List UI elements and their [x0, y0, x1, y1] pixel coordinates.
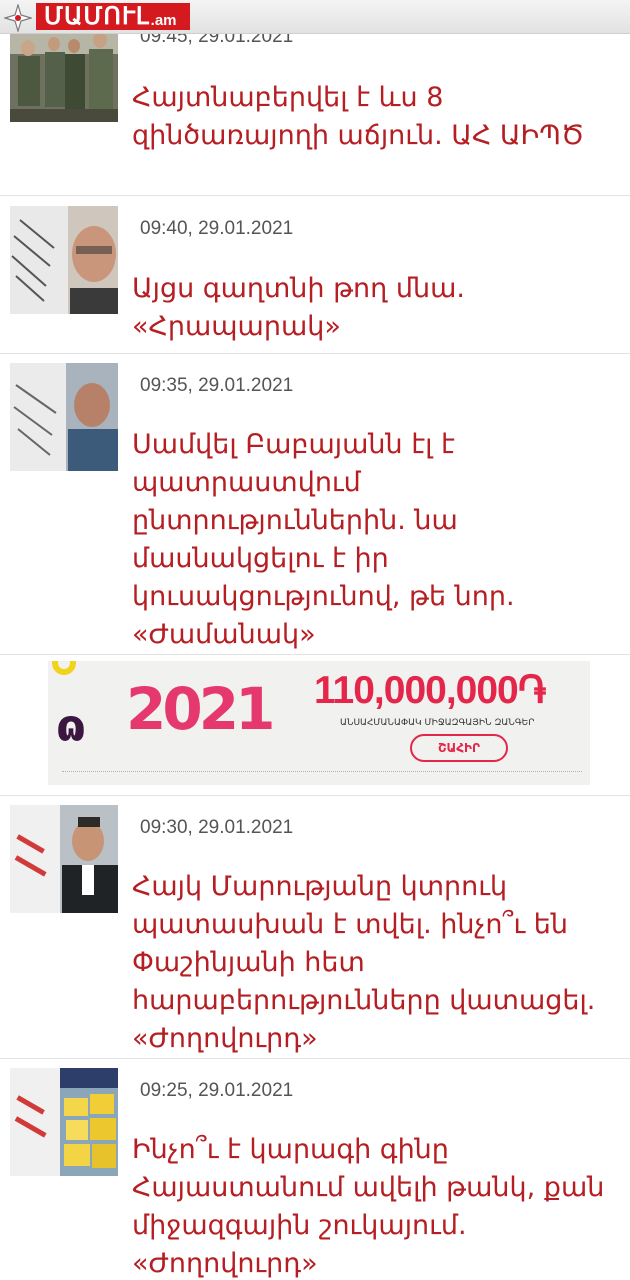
news-time: 09:40, 29.01.2021 [140, 218, 294, 239]
ad-decor-ring [52, 661, 76, 675]
news-time: 09:25, 29.01.2021 [140, 1080, 294, 1101]
news-headline[interactable]: Սամվել Բաբայանն էլ է պատրաստվում ընտրութ… [132, 426, 612, 654]
news-headline[interactable]: Այցս գաղտնի թող մնա. «Հրապարակ» [132, 270, 612, 346]
news-headline[interactable]: Հայտնաբերվել է ևս 8 զինծառայողի աճյուն. … [132, 79, 612, 155]
site-header: ՄԱՄՈՒԼ .am [0, 0, 630, 34]
news-item[interactable]: 09:40, 29.01.2021 Այցս գաղտնի թող մնա. «… [0, 196, 630, 354]
news-thumbnail[interactable] [10, 363, 118, 471]
news-headline[interactable]: Ինչո՞ւ է կարագի գինը Հայաստանում ավելի թ… [132, 1131, 612, 1280]
news-thumbnail[interactable] [10, 805, 118, 913]
logo-domain: .am [150, 12, 177, 29]
ad-year-graphic: 2021 [126, 675, 275, 743]
news-time: 09:35, 29.01.2021 [140, 375, 294, 396]
news-item[interactable]: 09:25, 29.01.2021 Ինչո՞ւ է կարագի գինը Հ… [0, 1059, 630, 1280]
site-logo[interactable]: ՄԱՄՈՒԼ .am [36, 3, 190, 30]
news-headline[interactable]: Հայկ Մարությանը կտրուկ պատասխան է տվել. … [132, 868, 612, 1058]
ad-amount: 110,000,000֏ [314, 669, 546, 712]
compass-icon[interactable] [2, 2, 34, 34]
logo-text: ՄԱՄՈՒԼ [44, 3, 150, 30]
news-item[interactable]: 09:30, 29.01.2021 Հայկ Մարությանը կտրուկ… [0, 795, 630, 1059]
advertisement-banner[interactable]: ɷ 2021 110,000,000֏ ԱՆՍԱՀՄԱՆԱՓԱԿ ՄԻՋԱԶԳԱ… [48, 661, 590, 785]
ad-fine-print [62, 771, 582, 777]
news-thumbnail[interactable] [10, 1068, 118, 1176]
news-item[interactable]: 09:35, 29.01.2021 Սամվել Բաբայանն էլ է պ… [0, 354, 630, 655]
ad-brand-logo: ɷ [56, 701, 86, 752]
ad-year-text: 2021 [126, 675, 275, 743]
ad-subtitle: ԱՆՍԱՀՄԱՆԱՓԱԿ ՄԻՋԱԶԳԱՅԻՆ ԶԱՆԳԵՐ [340, 718, 535, 728]
news-thumbnail[interactable] [10, 206, 118, 314]
news-time: 09:30, 29.01.2021 [140, 817, 294, 838]
ad-cta-button[interactable]: ՇԱՀԻՐ [410, 734, 508, 762]
